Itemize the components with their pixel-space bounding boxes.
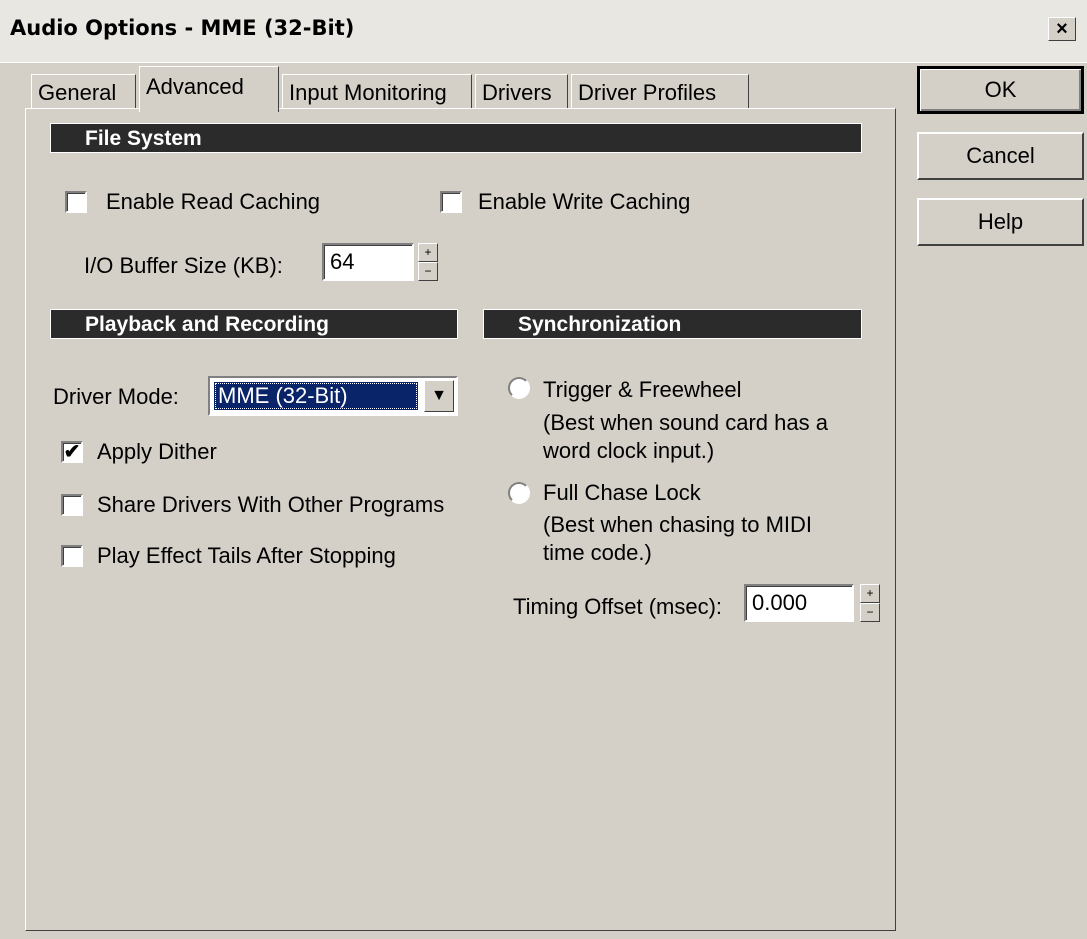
share-drivers-checkbox[interactable] bbox=[61, 494, 83, 516]
playback-recording-heading: Playback and Recording bbox=[50, 309, 458, 339]
tab-drivers[interactable]: Drivers bbox=[475, 74, 568, 110]
effect-tails-label[interactable]: Play Effect Tails After Stopping bbox=[97, 543, 396, 569]
help-button[interactable]: Help bbox=[917, 198, 1084, 246]
write-caching-checkbox[interactable] bbox=[440, 191, 462, 213]
full-chase-lock-radio[interactable] bbox=[508, 482, 530, 504]
tab-input-monitoring[interactable]: Input Monitoring bbox=[282, 74, 472, 110]
read-caching-label[interactable]: Enable Read Caching bbox=[106, 189, 320, 215]
tab-driver-profiles[interactable]: Driver Profiles bbox=[571, 74, 749, 110]
write-caching-label[interactable]: Enable Write Caching bbox=[478, 189, 690, 215]
title-bar: Audio Options - MME (32-Bit) × bbox=[0, 0, 1087, 63]
timing-offset-input[interactable]: 0.000 bbox=[744, 584, 854, 622]
full-chase-lock-label[interactable]: Full Chase Lock bbox=[543, 480, 701, 506]
apply-dither-checkbox[interactable]: ✔ bbox=[61, 441, 83, 463]
buffer-size-stepper[interactable]: + − bbox=[418, 243, 438, 281]
stepper-up-button[interactable]: + bbox=[418, 243, 438, 262]
share-drivers-label[interactable]: Share Drivers With Other Programs bbox=[97, 492, 444, 518]
driver-mode-value: MME (32-Bit) bbox=[214, 382, 418, 410]
buffer-size-label: I/O Buffer Size (KB): bbox=[84, 253, 283, 278]
timing-offset-stepper[interactable]: + − bbox=[860, 584, 880, 622]
tab-general[interactable]: General bbox=[31, 74, 136, 110]
buffer-size-input[interactable]: 64 bbox=[322, 243, 414, 281]
stepper-down-button[interactable]: − bbox=[418, 262, 438, 281]
driver-mode-label: Driver Mode: bbox=[53, 384, 179, 409]
stepper-up-button[interactable]: + bbox=[860, 584, 880, 603]
close-button[interactable]: × bbox=[1048, 17, 1076, 41]
trigger-freewheel-desc-line1: (Best when sound card has a bbox=[543, 410, 828, 435]
stepper-down-button[interactable]: − bbox=[860, 603, 880, 622]
full-chase-lock-desc-line2: time code.) bbox=[543, 540, 652, 565]
ok-button[interactable]: OK bbox=[917, 66, 1084, 114]
effect-tails-checkbox[interactable] bbox=[61, 545, 83, 567]
tab-advanced[interactable]: Advanced bbox=[139, 66, 279, 112]
driver-mode-select[interactable]: MME (32-Bit) ▼ bbox=[208, 376, 458, 416]
trigger-freewheel-label[interactable]: Trigger & Freewheel bbox=[543, 377, 741, 403]
window-title: Audio Options - MME (32-Bit) bbox=[10, 16, 355, 40]
apply-dither-label[interactable]: Apply Dither bbox=[97, 439, 217, 465]
synchronization-heading: Synchronization bbox=[483, 309, 862, 339]
file-system-heading: File System bbox=[50, 123, 862, 153]
chevron-down-icon[interactable]: ▼ bbox=[424, 380, 454, 412]
full-chase-lock-desc-line1: (Best when chasing to MIDI bbox=[543, 512, 813, 537]
trigger-freewheel-radio[interactable] bbox=[508, 377, 530, 399]
read-caching-checkbox[interactable] bbox=[65, 191, 87, 213]
cancel-button[interactable]: Cancel bbox=[917, 132, 1084, 180]
trigger-freewheel-desc-line2: word clock input.) bbox=[543, 438, 715, 463]
timing-offset-label: Timing Offset (msec): bbox=[513, 594, 723, 619]
